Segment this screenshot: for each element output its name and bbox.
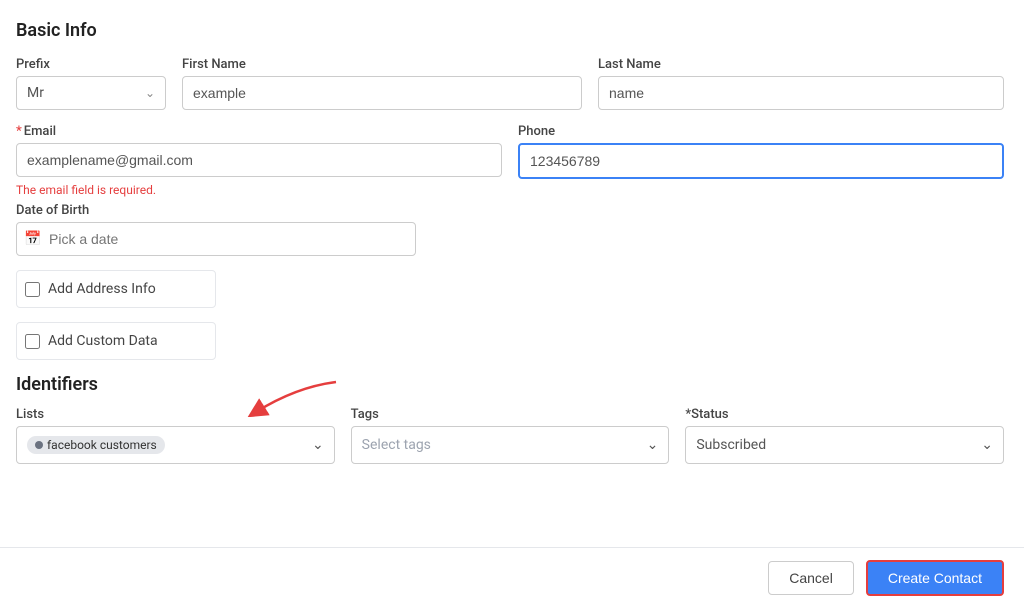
identifiers-row: Lists facebook customers ⌄ Tags	[16, 407, 1004, 464]
lastname-label: Last Name	[598, 57, 1004, 72]
lists-tag-chip: facebook customers	[27, 436, 165, 454]
lists-chevron-icon: ⌄	[312, 437, 324, 453]
email-error: The email field is required.	[16, 183, 1004, 197]
footer-bar: Cancel Create Contact	[0, 547, 1024, 608]
status-select[interactable]: Subscribed ⌄	[685, 426, 1004, 464]
tags-chevron-icon: ⌄	[647, 437, 659, 453]
page-wrapper: Basic Info Prefix Mr ⌄ First Name Last N…	[0, 0, 1024, 608]
phone-label: Phone	[518, 124, 1004, 139]
tags-placeholder: Select tags	[362, 437, 431, 453]
dob-label: Date of Birth	[16, 203, 416, 218]
firstname-input[interactable]	[182, 76, 582, 110]
tags-select[interactable]: Select tags ⌄	[351, 426, 670, 464]
calendar-icon: 📅	[24, 231, 41, 247]
status-group: *Status Subscribed ⌄	[685, 407, 1004, 464]
row-email-phone: *Email Phone	[16, 124, 1004, 179]
firstname-group: First Name	[182, 57, 582, 110]
status-value: Subscribed	[696, 437, 766, 453]
lists-chip-label: facebook customers	[47, 438, 157, 452]
lastname-group: Last Name	[598, 57, 1004, 110]
prefix-value: Mr	[27, 85, 44, 101]
prefix-label: Prefix	[16, 57, 166, 72]
dob-group: Date of Birth 📅	[16, 203, 416, 256]
cancel-button[interactable]: Cancel	[768, 561, 854, 595]
create-contact-button[interactable]: Create Contact	[866, 560, 1004, 596]
status-label: *Status	[685, 407, 1004, 422]
lists-chip-wrapper: facebook customers	[27, 436, 165, 454]
add-address-row[interactable]: Add Address Info	[16, 270, 216, 308]
tags-label: Tags	[351, 407, 670, 422]
row-dob: Date of Birth 📅	[16, 203, 1004, 256]
lists-chip-dot	[35, 441, 43, 449]
basic-info-title: Basic Info	[16, 20, 1004, 41]
phone-group: Phone	[518, 124, 1004, 179]
dob-input-wrapper: 📅	[16, 222, 416, 256]
add-custom-data-label: Add Custom Data	[48, 333, 158, 349]
tags-group: Tags Select tags ⌄	[351, 407, 670, 464]
email-group: *Email	[16, 124, 502, 177]
email-input[interactable]	[16, 143, 502, 177]
add-address-label: Add Address Info	[48, 281, 156, 297]
lastname-input[interactable]	[598, 76, 1004, 110]
identifiers-title: Identifiers	[16, 374, 1004, 395]
phone-input[interactable]	[518, 143, 1004, 179]
add-custom-data-row[interactable]: Add Custom Data	[16, 322, 216, 360]
status-chevron-icon: ⌄	[981, 437, 993, 453]
lists-select[interactable]: facebook customers ⌄	[16, 426, 335, 464]
prefix-select[interactable]: Mr ⌄	[16, 76, 166, 110]
dob-input[interactable]	[16, 222, 416, 256]
row-name: Prefix Mr ⌄ First Name Last Name	[16, 57, 1004, 110]
add-custom-data-checkbox[interactable]	[25, 334, 40, 349]
content-area: Basic Info Prefix Mr ⌄ First Name Last N…	[0, 0, 1024, 547]
email-required-marker: *	[16, 124, 22, 139]
identifiers-section: Identifiers Lists	[16, 374, 1004, 464]
add-address-checkbox[interactable]	[25, 282, 40, 297]
email-label: *Email	[16, 124, 502, 139]
red-arrow-icon	[236, 377, 356, 417]
firstname-label: First Name	[182, 57, 582, 72]
prefix-group: Prefix Mr ⌄	[16, 57, 166, 110]
prefix-chevron-icon: ⌄	[145, 86, 155, 100]
